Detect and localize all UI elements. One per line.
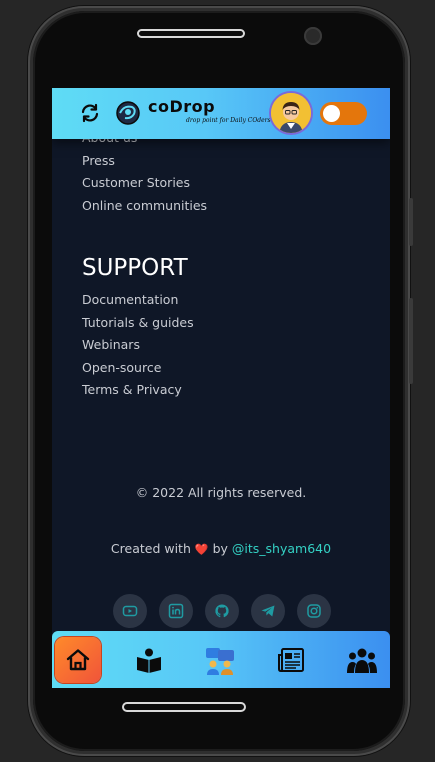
app-screen: About us Press Customer Stories Online c…: [52, 88, 390, 688]
home-icon: [66, 649, 90, 671]
nav-team[interactable]: [339, 637, 385, 683]
footer-link-documentation[interactable]: Documentation: [82, 292, 178, 307]
avatar[interactable]: [271, 93, 311, 133]
footer-link-online-communities[interactable]: Online communities: [82, 198, 207, 213]
social-links: [113, 594, 333, 628]
footer-link-open-source[interactable]: Open-source: [82, 360, 161, 375]
volume-button: [409, 198, 413, 246]
front-camera: [304, 27, 322, 45]
github-icon[interactable]: [205, 594, 239, 628]
logo-emblem-icon: [114, 99, 142, 127]
instagram-icon[interactable]: [297, 594, 331, 628]
team-icon: [347, 648, 377, 673]
credit-by: by: [212, 541, 228, 556]
reader-icon: [137, 648, 161, 673]
newspaper-icon: [278, 648, 304, 672]
brand-logo-text: coDrop: [148, 97, 216, 116]
footer-link-terms[interactable]: Terms & Privacy: [82, 382, 182, 397]
telegram-icon[interactable]: [251, 594, 285, 628]
home-indicator: [122, 702, 246, 712]
linkedin-icon[interactable]: [159, 594, 193, 628]
speaker-grille: [137, 29, 245, 38]
brand-tagline: drop point for Daily COders: [186, 117, 271, 124]
bottom-navigation: [52, 631, 390, 688]
theme-toggle-knob: [323, 105, 340, 122]
author-handle-link[interactable]: @its_shyam640: [232, 541, 331, 556]
nav-community[interactable]: [197, 637, 243, 683]
community-icon: [206, 648, 234, 675]
support-heading: SUPPORT: [82, 255, 188, 281]
footer-link-tutorials[interactable]: Tutorials & guides: [82, 315, 194, 330]
brand-logo[interactable]: coDrop drop point for Daily COders: [148, 97, 271, 131]
power-button: [409, 298, 413, 384]
copyright-text: © 2022 All rights reserved.: [135, 485, 307, 500]
credit-line: Created with ❤️ by @its_shyam640: [52, 541, 390, 556]
youtube-icon[interactable]: [113, 594, 147, 628]
app-header: coDrop drop point for Daily COders: [52, 88, 390, 139]
heart-icon: ❤️: [194, 543, 209, 556]
refresh-icon[interactable]: [79, 102, 101, 124]
theme-toggle[interactable]: [320, 102, 367, 125]
footer-link-webinars[interactable]: Webinars: [82, 337, 140, 352]
credit-created-with: Created with: [110, 541, 191, 556]
nav-reader[interactable]: [126, 637, 172, 683]
footer-link-press[interactable]: Press: [82, 153, 115, 168]
footer-link-customer-stories[interactable]: Customer Stories: [82, 175, 190, 190]
nav-home[interactable]: [55, 637, 101, 683]
nav-news[interactable]: [268, 637, 314, 683]
